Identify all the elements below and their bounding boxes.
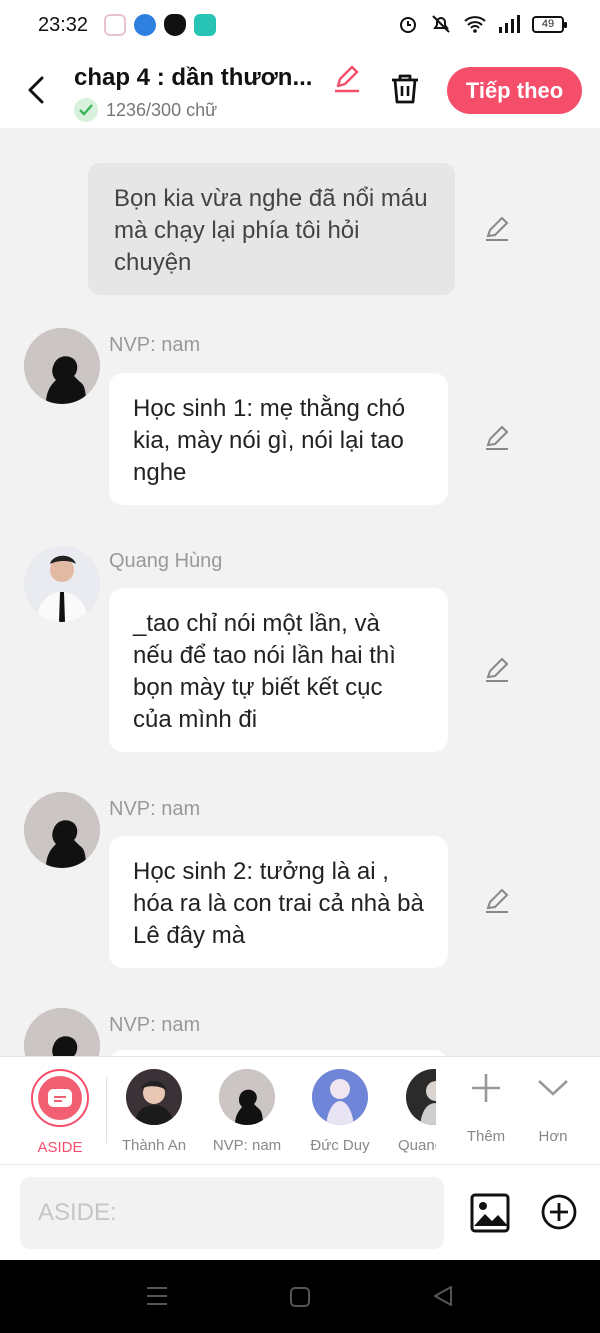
message-bubble[interactable]: Học sinh 1: mẹ thằng chó kia, mày nói gì… bbox=[109, 373, 448, 505]
word-count: 1236/300 chữ bbox=[74, 98, 217, 122]
mute-icon bbox=[432, 15, 450, 33]
alarm-icon bbox=[400, 17, 416, 33]
editor-header: chap 4 : dần thươn... 1236/300 chữ Tiếp … bbox=[0, 52, 600, 128]
edit-title-icon[interactable] bbox=[332, 64, 362, 94]
edit-message-icon[interactable] bbox=[484, 216, 510, 242]
avatar[interactable] bbox=[24, 1008, 100, 1056]
sender-name: NVP: nam bbox=[109, 798, 201, 820]
avatar[interactable] bbox=[24, 546, 100, 622]
chat-app-icon bbox=[194, 14, 216, 36]
message-item: NVP: nam bbox=[0, 1008, 600, 1056]
home-icon[interactable] bbox=[289, 1286, 311, 1308]
tiktok-icon bbox=[104, 14, 126, 36]
avatar bbox=[312, 1069, 368, 1125]
aside-icon bbox=[48, 1089, 72, 1107]
status-indicators: 49 bbox=[398, 14, 567, 34]
character-label: NVP: nam bbox=[212, 1137, 282, 1154]
notification-icons bbox=[104, 14, 216, 36]
menu-icon[interactable] bbox=[146, 1286, 168, 1306]
avatar bbox=[406, 1069, 436, 1125]
aside-message[interactable]: Bọn kia vừa nghe đã nổi máu mà chạy lại … bbox=[88, 163, 455, 295]
more-button[interactable]: Hơn bbox=[508, 1071, 598, 1145]
character-label: Đức Duy bbox=[310, 1137, 370, 1154]
heart-app-icon bbox=[164, 14, 186, 36]
navigation-bar bbox=[0, 1260, 600, 1333]
status-time: 23:32 bbox=[38, 14, 89, 36]
message-item: NVP: nam Học sinh 2: tưởng là ai , hóa r… bbox=[0, 792, 600, 972]
avatar bbox=[219, 1069, 275, 1125]
word-count-text: 1236/300 chữ bbox=[106, 99, 218, 120]
divider bbox=[106, 1077, 107, 1143]
battery-icon: 49 bbox=[532, 15, 567, 33]
character-item[interactable]: Đức Duy bbox=[295, 1069, 385, 1154]
chat-area[interactable]: Bọn kia vừa nghe đã nổi máu mà chạy lại … bbox=[0, 128, 600, 1056]
edit-message-icon[interactable] bbox=[484, 425, 510, 451]
message-input[interactable] bbox=[20, 1177, 444, 1249]
wifi-icon bbox=[464, 16, 486, 33]
image-icon[interactable] bbox=[470, 1193, 510, 1233]
message-bubble[interactable]: _tao chỉ nói một lần, và nếu để tao nói … bbox=[109, 588, 448, 752]
sender-name: Quang Hùng bbox=[109, 550, 223, 572]
aside-avatar bbox=[31, 1069, 89, 1127]
back-nav-icon[interactable] bbox=[432, 1285, 454, 1307]
avatar bbox=[126, 1069, 182, 1125]
character-bar: ASIDE Thành An NVP: nam Đức Duy Quang Th… bbox=[0, 1056, 600, 1164]
back-arrow-icon[interactable] bbox=[24, 74, 52, 106]
avatar[interactable] bbox=[24, 328, 100, 404]
edit-message-icon[interactable] bbox=[484, 888, 510, 914]
character-aside[interactable]: ASIDE bbox=[15, 1069, 105, 1156]
character-label: ASIDE bbox=[37, 1139, 83, 1156]
app-blue-icon bbox=[134, 14, 156, 36]
chevron-down-icon bbox=[538, 1080, 568, 1096]
input-bar bbox=[0, 1164, 600, 1260]
more-label: Hơn bbox=[538, 1128, 568, 1145]
signal-icon bbox=[499, 15, 520, 33]
character-item[interactable]: Quang bbox=[388, 1069, 436, 1154]
character-label: Quang bbox=[398, 1137, 436, 1154]
sender-name: NVP: nam bbox=[109, 1014, 201, 1036]
check-icon bbox=[74, 98, 98, 122]
character-label: Thành An bbox=[121, 1137, 187, 1154]
next-button[interactable]: Tiếp theo bbox=[447, 67, 582, 114]
message-bubble[interactable]: Học sinh 2: tưởng là ai , hóa ra là con … bbox=[109, 836, 448, 968]
sender-name: NVP: nam bbox=[109, 334, 201, 356]
status-bar: 23:32 49 bbox=[0, 0, 600, 52]
character-item[interactable]: Thành An bbox=[109, 1069, 199, 1154]
message-item: Quang Hùng _tao chỉ nói một lần, và nếu … bbox=[0, 546, 600, 756]
plus-icon bbox=[472, 1074, 500, 1102]
edit-message-icon[interactable] bbox=[484, 657, 510, 683]
character-item[interactable]: NVP: nam bbox=[202, 1069, 292, 1154]
trash-icon[interactable] bbox=[388, 72, 422, 106]
add-circle-icon[interactable] bbox=[540, 1193, 578, 1231]
avatar[interactable] bbox=[24, 792, 100, 868]
message-item: NVP: nam Học sinh 1: mẹ thằng chó kia, m… bbox=[0, 328, 600, 508]
chapter-title[interactable]: chap 4 : dần thươn... bbox=[74, 64, 324, 92]
